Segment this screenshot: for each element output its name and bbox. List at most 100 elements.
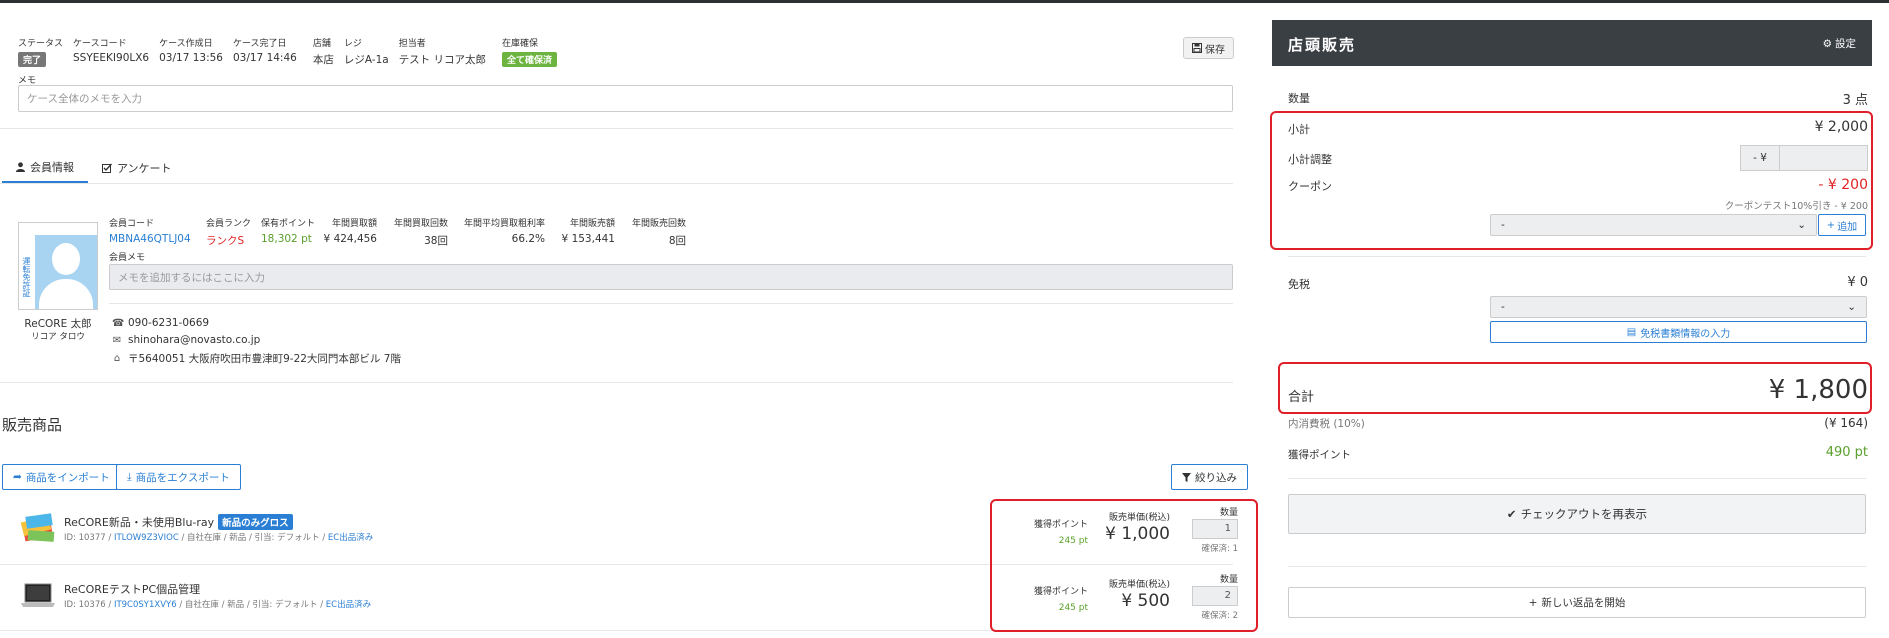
member-memo-input[interactable]: メモを追加するにはここに入力 (109, 264, 1233, 290)
divider (0, 128, 1233, 129)
case-memo-input[interactable]: ケース全体のメモを入力 (18, 85, 1233, 112)
case-status: ステータス 完了 (18, 36, 63, 67)
product-meta: ID: 10377 / ITLOW9Z3VIOC / 自社在庫 / 新品 / 引… (64, 531, 373, 543)
member-code: 会員コード MBNA46QTLJ04 (109, 216, 191, 245)
panel-divider (1288, 566, 1866, 567)
member-margin: 年間平均買取粗利率 66.2% (463, 216, 545, 245)
checkbox-icon (102, 163, 112, 173)
filter-button[interactable]: 絞り込み (1171, 464, 1248, 490)
taxfree-document-label: 免税書類情報の入力 (1640, 328, 1731, 340)
tabs-divider (0, 183, 1233, 184)
export-products-label: 商品をエクスポート (135, 471, 230, 484)
case-register-value: レジA-1a (343, 54, 389, 66)
taxfree-select[interactable]: - ⌄ (1490, 296, 1867, 318)
panel-header: 店頭販売 ⚙ 設定 (1272, 20, 1872, 66)
bluray-thumbnail (20, 513, 55, 542)
product-id: ID: 10377 / (64, 533, 114, 543)
product-badge: 新品のみグロス (218, 514, 293, 530)
case-store-value: 本店 (312, 54, 334, 66)
product-code-link[interactable]: IT9C0SY1XVY6 (114, 600, 177, 610)
member-points: 保有ポイント 18,302 pt (261, 216, 315, 245)
member-code-label: 会員コード (109, 219, 155, 229)
member-margin-value: 66.2% (511, 233, 545, 245)
product-name-text: ReCOREテストPC個品管理 (64, 583, 201, 596)
new-return-button[interactable]: + 新しい返品を開始 (1288, 587, 1866, 618)
member-code-link[interactable]: MBNA46QTLJ04 (109, 233, 191, 245)
member-memo-label: 会員メモ (109, 253, 146, 263)
envelope-icon: ✉ (112, 334, 122, 346)
case-store: 店舗 本店 (313, 36, 334, 67)
case-completed-label: ケース完了日 (232, 39, 287, 49)
member-buy-count-value: 38回 (424, 235, 448, 247)
save-label: 保存 (1205, 44, 1225, 56)
member-address-value: 〒5640051 大阪府吹田市豊津町9-22大同門本部ビル 7階 (128, 353, 401, 365)
member-kana: リコア タロウ (31, 332, 85, 342)
earned-points-label: 獲得ポイント (1288, 449, 1351, 461)
settings-button[interactable]: ⚙ 設定 (1823, 36, 1856, 51)
home-icon: ⌂ (113, 353, 121, 364)
stock-badge: 全て確保済 (502, 52, 558, 67)
member-sales-amount-value: ¥ 153,441 (561, 233, 615, 245)
member-buy-amount-value: ¥ 424,456 (323, 233, 377, 245)
panel-title: 店頭販売 (1288, 36, 1357, 54)
price-highlight-box (990, 499, 1258, 632)
member-sales-amount-label: 年間販売額 (569, 219, 615, 229)
member-rank-value: ランクS (206, 235, 245, 247)
case-header: ステータス 完了 ケースコード SSYEEKI90LX6 ケース作成日 03/1… (18, 36, 558, 67)
member-points-label: 保有ポイント (261, 219, 316, 229)
case-created-value: 03/17 13:56 (159, 52, 223, 64)
floppy-icon (1192, 43, 1202, 53)
product-name: ReCOREテストPC個品管理 (64, 581, 200, 597)
member-points-value: 18,302 pt (261, 233, 312, 245)
tax-label: 内消費税 (10%) (1288, 418, 1365, 430)
product-code-link[interactable]: ITLOW9Z3VIOC (114, 533, 179, 543)
tab-survey-label: アンケート (117, 162, 172, 175)
member-sales-count-value: 8回 (668, 235, 686, 247)
tab-member-info-label: 会員情報 (30, 161, 74, 174)
case-status-label: ステータス (18, 39, 64, 49)
case-completed-value: 03/17 14:46 (232, 52, 297, 64)
sales-products-title: 販売商品 (2, 416, 63, 434)
status-badge: 完了 (18, 52, 47, 67)
panel-divider (1288, 256, 1866, 257)
phone-icon: ☎ (112, 317, 125, 329)
section-divider (0, 382, 1233, 383)
quantity-value: 3 点 (1842, 93, 1868, 108)
license-tag: 運転免許証 (19, 245, 33, 309)
plus-icon: + (1528, 596, 1538, 609)
member-email-value: shinohara@novasto.co.jp (128, 334, 261, 346)
ec-status-link[interactable]: EC出品済み (326, 600, 371, 610)
user-icon (16, 162, 25, 172)
taxfree-document-button[interactable]: ▤ 免税書類情報の入力 (1490, 321, 1867, 343)
product-meta-text: / 自社在庫 / 新品 / 引当: デフォルト / (176, 600, 326, 610)
case-register-label: レジ (343, 39, 362, 49)
case-code: ケースコード SSYEEKI90LX6 (73, 36, 149, 67)
member-phone: ☎ 090-6231-0669 (112, 317, 209, 329)
export-products-button[interactable]: ⤓ 商品をエクスポート (116, 464, 241, 490)
member-tabs: 会員情報 アンケート (2, 153, 186, 183)
member-photo: 運転免許証 (18, 222, 98, 310)
new-return-label: 新しい返品を開始 (1541, 597, 1626, 609)
member-rank-label: 会員ランク (206, 219, 252, 229)
tax-value: (¥ 164) (1824, 416, 1868, 430)
redisplay-checkout-button[interactable]: ✔ チェックアウトを再表示 (1288, 494, 1866, 534)
ec-status-link[interactable]: EC出品済み (328, 533, 373, 543)
case-created-label: ケース作成日 (159, 39, 213, 49)
share-icon: ➦ (13, 471, 22, 483)
tab-member-info[interactable]: 会員情報 (2, 153, 88, 183)
save-button[interactable]: 保存 (1183, 37, 1234, 59)
import-products-label: 商品をインポート (25, 471, 110, 484)
member-sales-count: 年間販売回数 8回 (630, 216, 686, 248)
import-products-button[interactable]: ➦ 商品をインポート (2, 464, 121, 490)
case-stock-label: 在庫確保 (502, 39, 539, 49)
member-buy-amount: 年間買取額 ¥ 424,456 (322, 216, 377, 245)
member-sales-amount: 年間販売額 ¥ 153,441 (560, 216, 615, 245)
panel-divider (1288, 478, 1866, 479)
case-code-label: ケースコード (73, 39, 127, 49)
product-name-text: ReCORE新品・未使用Blu-ray (64, 516, 215, 529)
case-created: ケース作成日 03/17 13:56 (159, 36, 223, 67)
product-meta: ID: 10376 / IT9C0SY1XVY6 / 自社在庫 / 新品 / 引… (64, 598, 371, 610)
case-store-label: 店舗 (312, 39, 331, 49)
filter-icon (1182, 472, 1191, 482)
tab-survey[interactable]: アンケート (88, 153, 186, 183)
